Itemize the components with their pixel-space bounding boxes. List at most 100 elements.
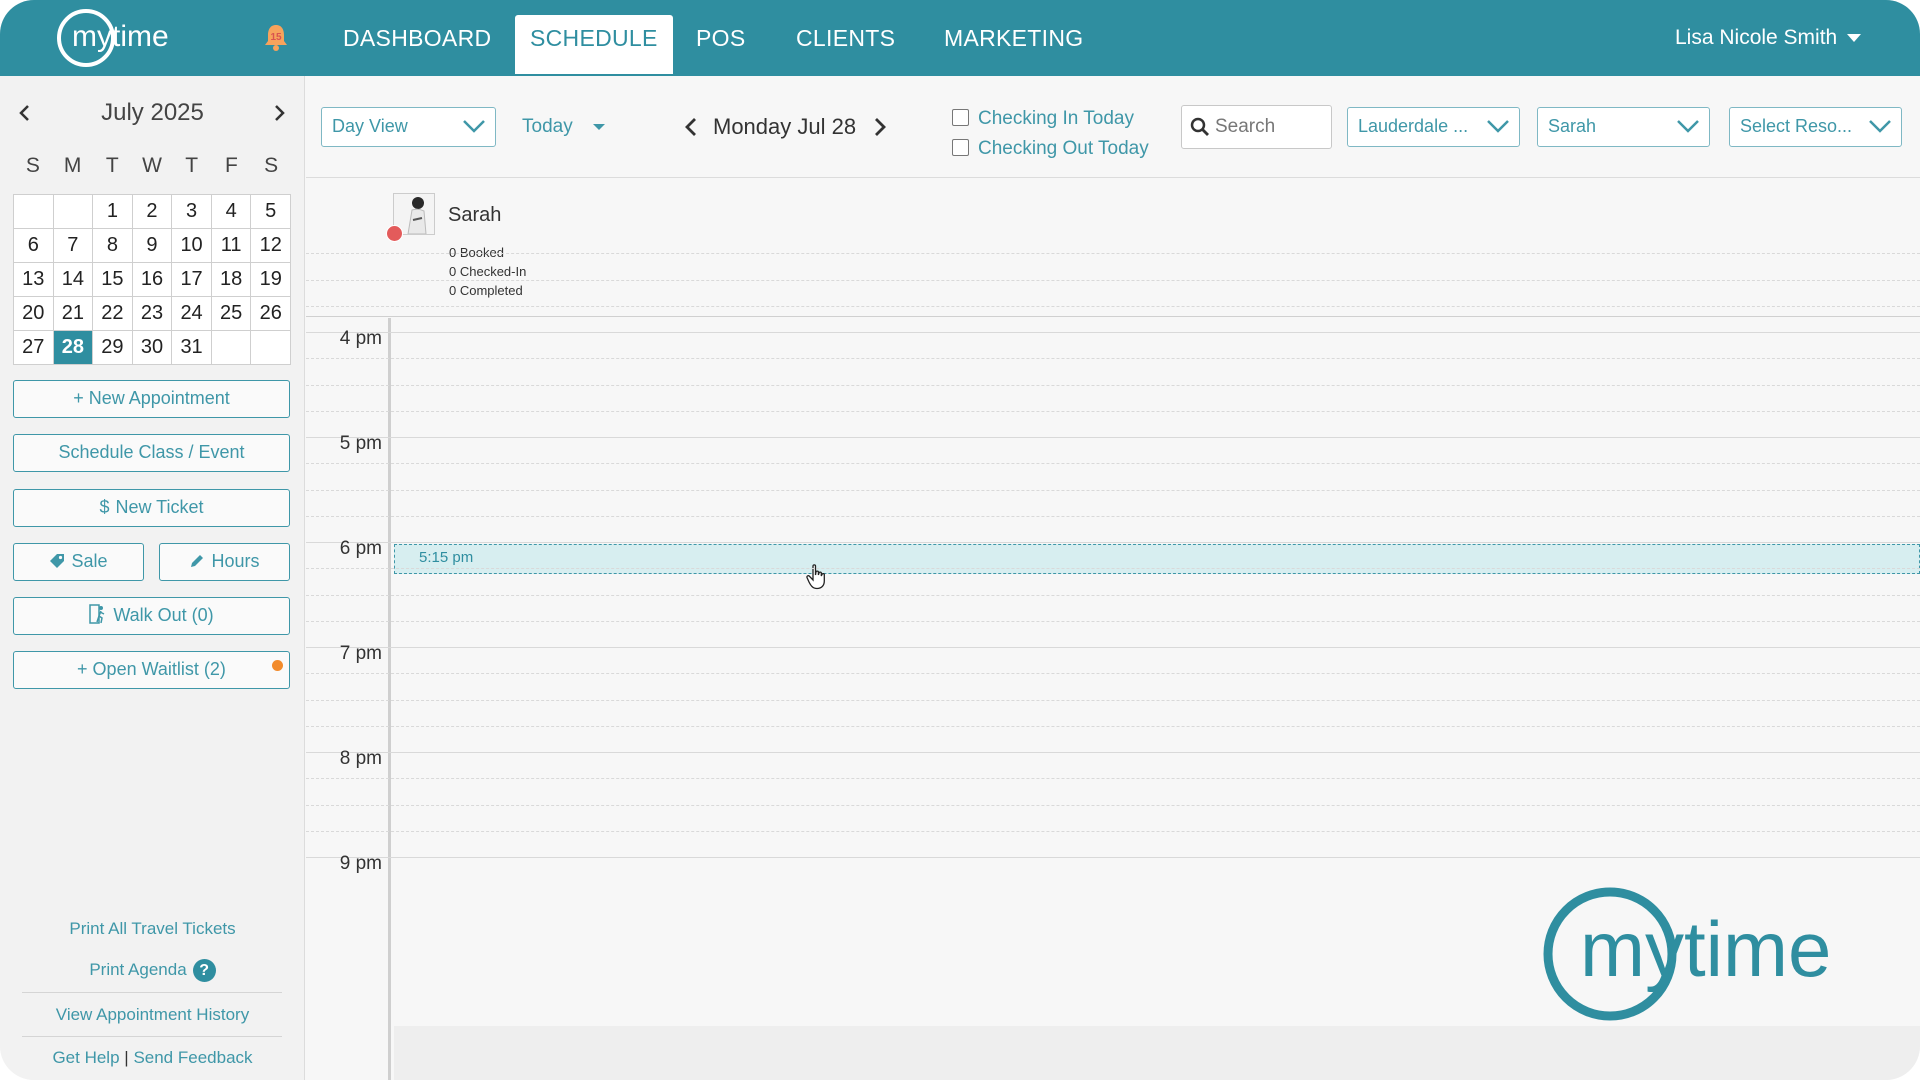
checked-in-count: 0 Checked-In [449, 264, 527, 279]
chevron-down-icon [1487, 120, 1509, 133]
checking-out-today-toggle[interactable]: Checking Out Today [952, 137, 1149, 161]
calendar-day[interactable]: 30 [132, 331, 173, 365]
search-box[interactable] [1181, 105, 1332, 149]
calendar-day[interactable]: 16 [132, 263, 173, 297]
hour-line [306, 542, 1920, 543]
calendar-day[interactable]: 19 [251, 263, 291, 297]
calendar-day[interactable]: 9 [132, 229, 173, 263]
view-appointment-history-link[interactable]: View Appointment History [0, 1005, 305, 1025]
help-icon[interactable]: ? [192, 959, 216, 982]
hour-line [306, 857, 1920, 858]
today-button[interactable]: Today [522, 116, 605, 138]
checkbox[interactable] [952, 138, 969, 156]
hover-time-slot[interactable]: 5:15 pm [394, 544, 1920, 574]
calendar-day[interactable]: 13 [14, 263, 54, 297]
open-waitlist-button[interactable]: + Open Waitlist (2) [13, 651, 290, 689]
location-select-value: Lauderdale ... [1358, 116, 1469, 136]
chevron-right-icon[interactable] [870, 112, 890, 142]
calendar-day[interactable]: 20 [14, 297, 54, 331]
waitlist-alert-dot [272, 660, 283, 671]
calendar-day[interactable]: 18 [211, 263, 252, 297]
hour-line [306, 437, 1920, 438]
calendar-day[interactable]: 26 [251, 297, 291, 331]
nav-marketing[interactable]: MARKETING [944, 0, 1083, 76]
schedule-toolbar: Day View Today Monday Jul 28 Checking In… [306, 76, 1920, 178]
new-appointment-button[interactable]: + New Appointment [13, 380, 290, 418]
calendar-day[interactable]: 5 [251, 195, 291, 229]
quarter-hour-line [306, 463, 1920, 465]
calendar-day[interactable]: 27 [14, 331, 54, 365]
print-agenda-link[interactable]: Print Agenda [89, 960, 186, 979]
user-name: Lisa Nicole Smith [1675, 26, 1838, 49]
calendar-day[interactable]: 1 [93, 195, 133, 229]
quarter-hour-line [306, 778, 1920, 780]
calendar-empty-cell [251, 331, 291, 365]
hour-label: 9 pm [339, 853, 382, 874]
calendar-day[interactable]: 31 [172, 331, 212, 365]
new-ticket-button[interactable]: $ New Ticket [13, 489, 290, 527]
calendar-day[interactable]: 15 [93, 263, 133, 297]
hours-label: Hours [211, 551, 260, 571]
mytime-logo[interactable]: mytime [50, 4, 210, 72]
print-travel-tickets-link[interactable]: Print All Travel Tickets [0, 919, 305, 939]
status-indicator [386, 225, 403, 242]
calendar-day[interactable]: 2 [132, 195, 173, 229]
nav-clients[interactable]: CLIENTS [796, 0, 895, 76]
staff-column-header: Sarah 0 Booked 0 Checked-In 0 Completed [306, 179, 1920, 317]
chevron-left-icon[interactable] [14, 102, 36, 124]
calendar-day[interactable]: 24 [172, 297, 212, 331]
walk-out-button[interactable]: Walk Out (0) [13, 597, 290, 635]
calendar-day[interactable]: 25 [211, 297, 252, 331]
location-select[interactable]: Lauderdale ... [1347, 107, 1520, 147]
hour-line [306, 332, 1920, 333]
completed-count: 0 Completed [449, 283, 523, 298]
calendar-day[interactable]: 12 [251, 229, 291, 263]
calendar-day[interactable]: 8 [93, 229, 133, 263]
calendar-day[interactable]: 7 [53, 229, 94, 263]
send-feedback-link[interactable]: Send Feedback [133, 1048, 252, 1067]
user-menu[interactable]: Lisa Nicole Smith [1675, 0, 1862, 76]
sale-button[interactable]: Sale [13, 543, 144, 581]
calendar-day[interactable]: 21 [53, 297, 94, 331]
bell-icon[interactable]: 15 [262, 22, 290, 52]
calendar-empty-cell [53, 195, 94, 229]
calendar-day[interactable]: 11 [211, 229, 252, 263]
quarter-hour-line [306, 358, 1920, 360]
checkbox[interactable] [952, 108, 969, 126]
sidebar: July 2025 S M T W T F S 1 2 3 4 5 6 7 8 9 10 11 12 1… [0, 76, 305, 1080]
quarter-hour-line [306, 568, 1920, 570]
quarter-hour-line [306, 515, 1920, 517]
resource-select[interactable]: Select Reso... [1729, 107, 1902, 147]
calendar-day[interactable]: 6 [14, 229, 54, 263]
weekday-label: S [264, 154, 279, 177]
view-select[interactable]: Day View [321, 107, 496, 147]
hour-line [306, 752, 1920, 753]
nav-pos[interactable]: POS [696, 0, 745, 76]
quarter-hour-line [306, 620, 1920, 622]
chevron-right-icon[interactable] [268, 102, 290, 124]
calendar-day[interactable]: 17 [172, 263, 212, 297]
nav-schedule[interactable]: SCHEDULE [515, 15, 673, 74]
quarter-hour-line [306, 384, 1920, 386]
checking-in-today-toggle[interactable]: Checking In Today [952, 107, 1134, 131]
calendar-day[interactable]: 14 [53, 263, 94, 297]
calendar-day[interactable]: 29 [93, 331, 133, 365]
schedule-class-button[interactable]: Schedule Class / Event [13, 434, 290, 472]
search-input[interactable] [1215, 111, 1327, 143]
today-label: Today [522, 116, 573, 137]
chevron-left-icon[interactable] [681, 112, 701, 142]
nav-dashboard[interactable]: DASHBOARD [343, 0, 491, 76]
calendar-day[interactable]: 23 [132, 297, 173, 331]
calendar-day[interactable]: 10 [172, 229, 212, 263]
calendar-day[interactable]: 3 [172, 195, 212, 229]
mytime-watermark-logo: mytime [1543, 887, 1831, 1021]
hour-label: 5 pm [339, 433, 382, 454]
staff-select[interactable]: Sarah [1537, 107, 1710, 147]
calendar-day[interactable]: 22 [93, 297, 133, 331]
get-help-link[interactable]: Get Help [52, 1048, 119, 1067]
divider [22, 1036, 282, 1037]
calendar-day[interactable]: 4 [211, 195, 252, 229]
hours-button[interactable]: Hours [159, 543, 290, 581]
chevron-down-icon [463, 120, 485, 133]
calendar-day[interactable]: 28 [53, 331, 94, 365]
